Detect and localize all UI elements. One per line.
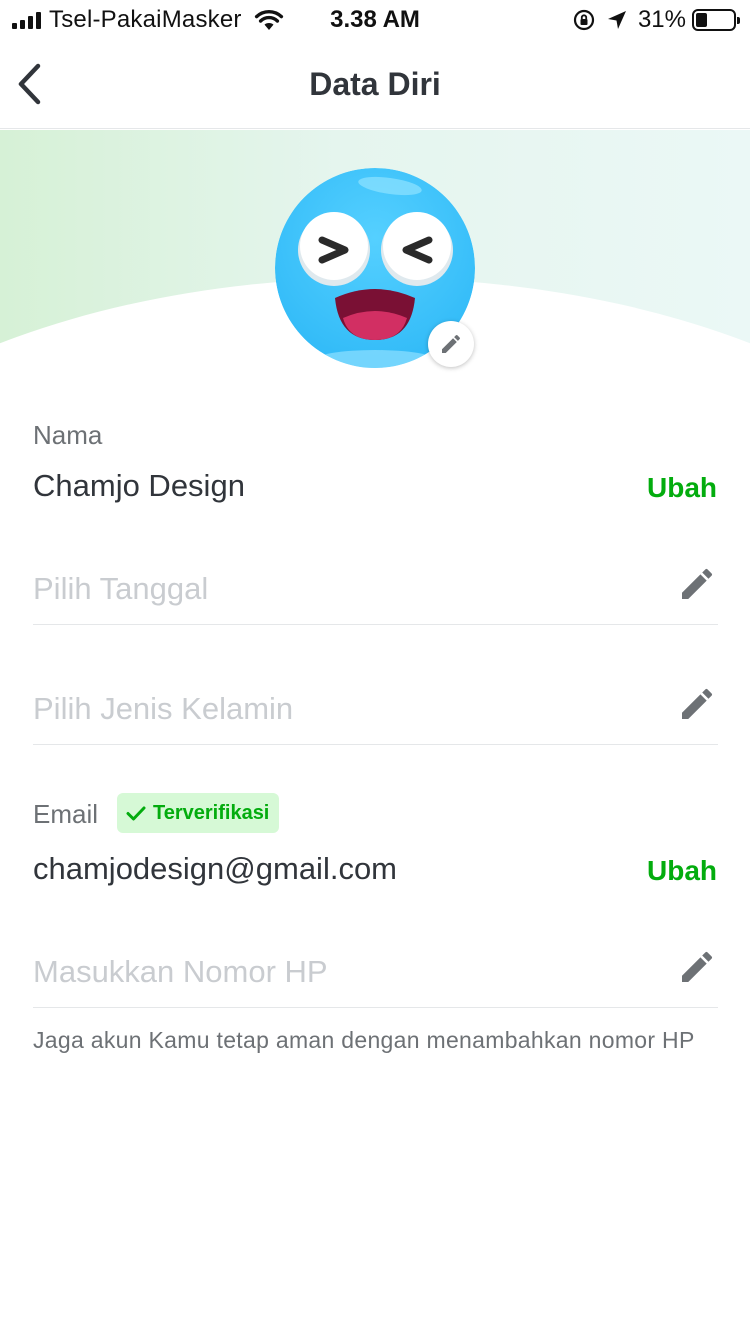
name-label: Nama	[33, 420, 103, 450]
email-change-button[interactable]: Ubah	[647, 855, 717, 887]
avatar-edit-button[interactable]	[428, 321, 474, 367]
nav-bar: Data Diri	[0, 40, 750, 129]
email-label: Email	[33, 799, 99, 829]
check-icon	[126, 806, 146, 821]
wifi-icon	[254, 9, 283, 30]
divider	[33, 1007, 718, 1008]
verified-badge: Terverifikasi	[117, 793, 280, 833]
phone-pencil-icon[interactable]	[677, 947, 717, 987]
gender-pencil-icon[interactable]	[677, 684, 717, 724]
location-arrow-icon	[607, 11, 626, 29]
name-change-button[interactable]: Ubah	[647, 472, 717, 504]
battery-icon	[692, 9, 740, 31]
signal-icon	[12, 11, 41, 29]
phone-helper-text: Jaga akun Kamu tetap aman dengan menamba…	[33, 1027, 695, 1053]
pencil-icon	[442, 334, 461, 353]
email-value: chamjodesign@gmail.com	[33, 851, 398, 886]
divider	[33, 744, 718, 745]
page-title: Data Diri	[309, 66, 441, 102]
carrier-name: Tsel-PakaiMasker	[49, 6, 242, 33]
battery-percent: 31%	[637, 6, 686, 33]
status-bar: Tsel-PakaiMasker 3.38 AM 31%	[0, 0, 750, 40]
divider	[33, 624, 718, 625]
verified-badge-label: Terverifikasi	[153, 801, 270, 824]
gender-field[interactable]: Pilih Jenis Kelamin	[33, 691, 293, 727]
birthdate-field[interactable]: Pilih Tanggal	[33, 571, 208, 607]
phone-field[interactable]: Masukkan Nomor HP	[33, 954, 328, 990]
birthdate-pencil-icon[interactable]	[677, 564, 717, 604]
orientation-lock-icon	[573, 9, 595, 31]
name-value: Chamjo Design	[33, 468, 245, 503]
